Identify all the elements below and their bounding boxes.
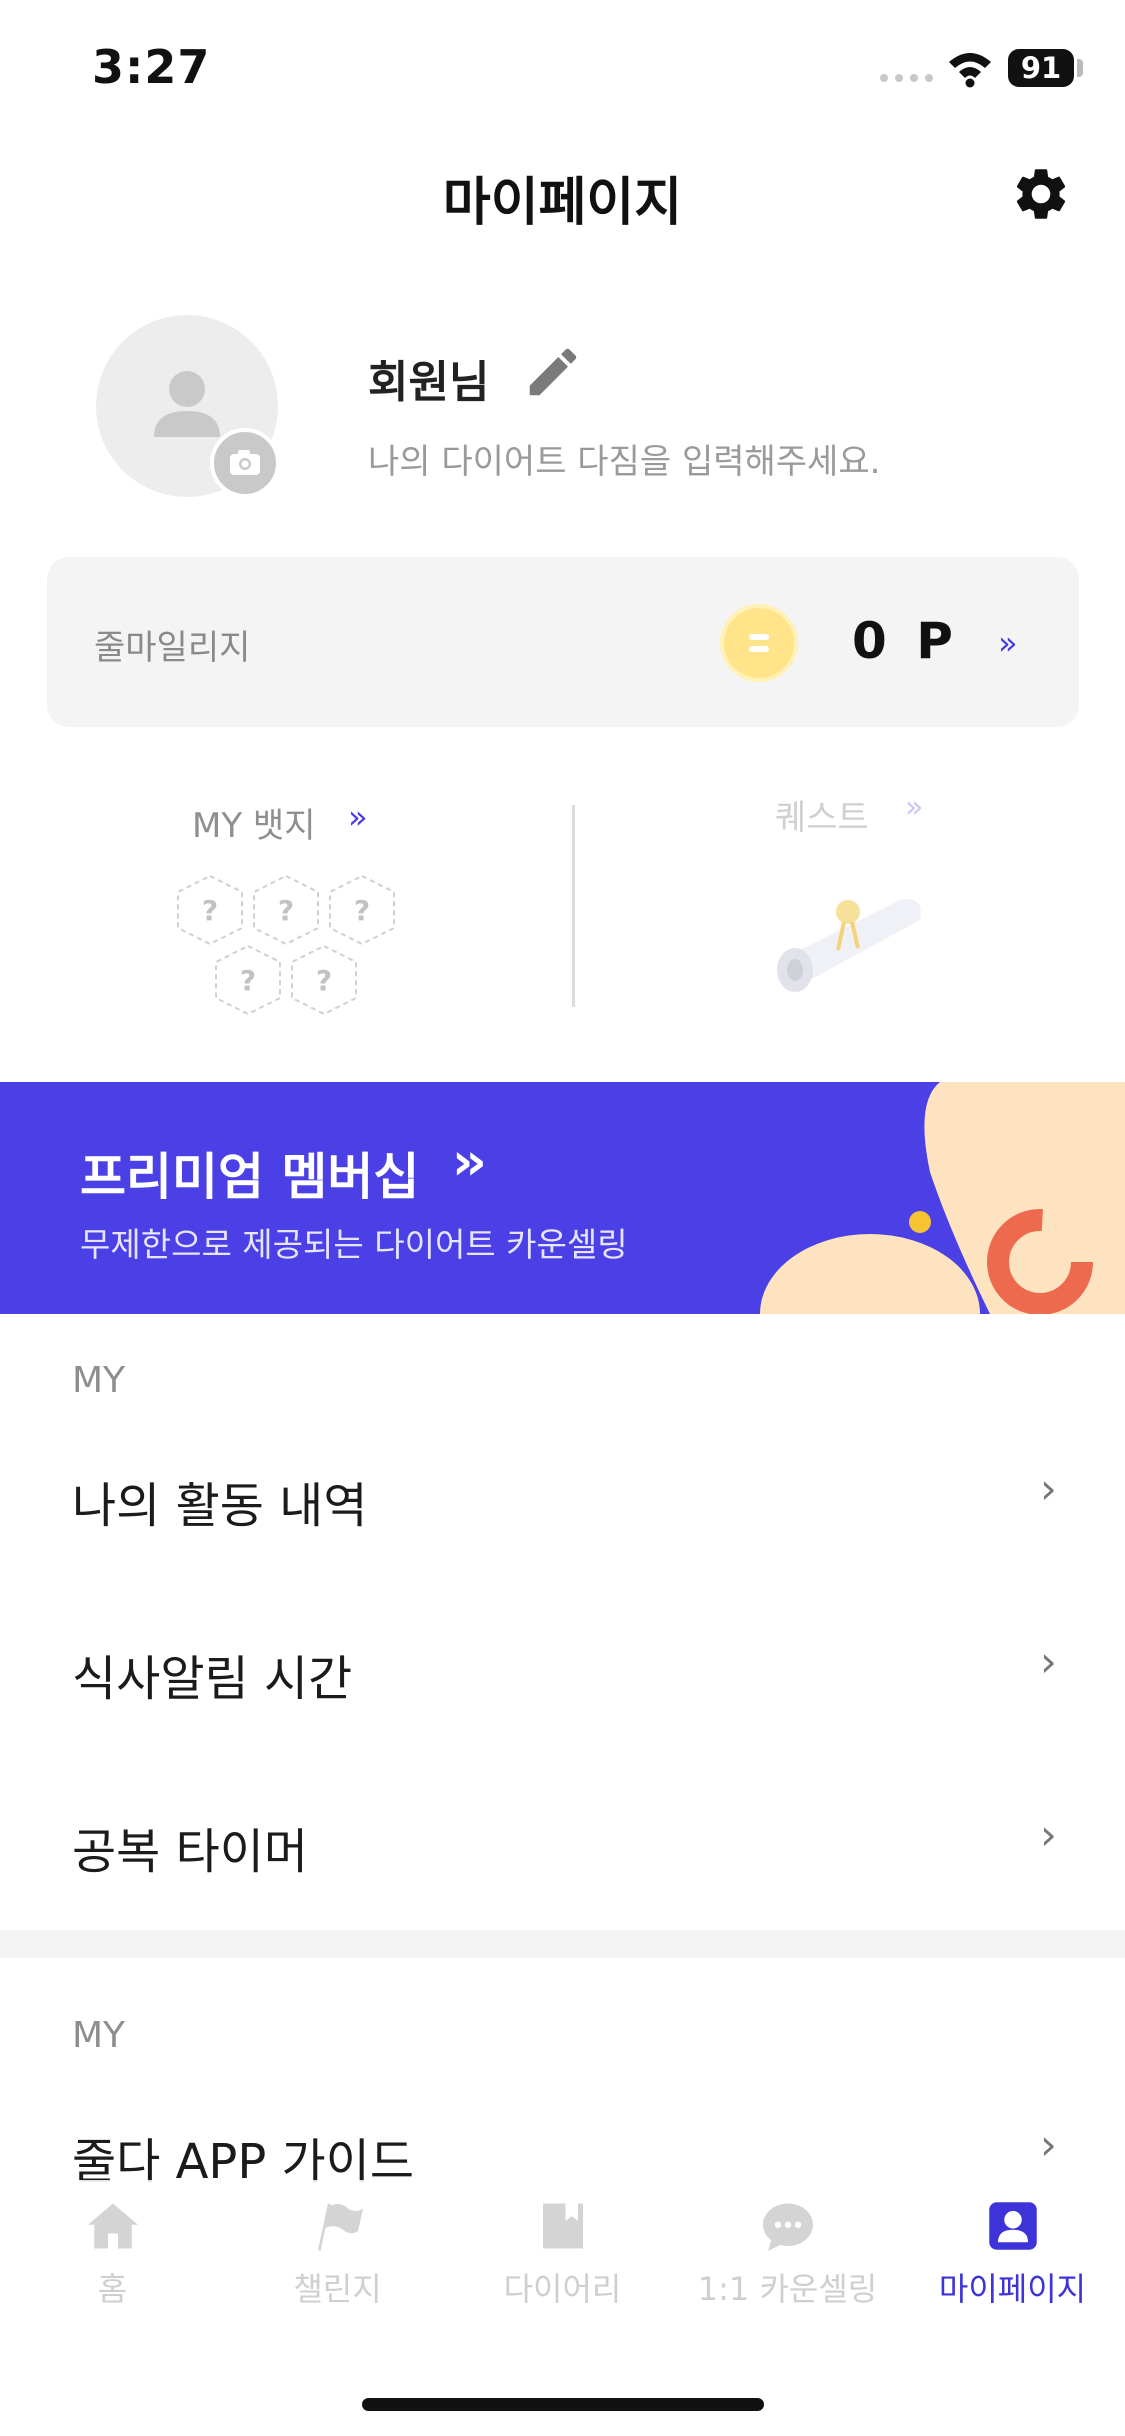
quest-label[interactable]: 퀘스트	[775, 790, 869, 839]
tab-challenge[interactable]: 챌린지	[225, 2196, 450, 2310]
home-icon	[87, 2203, 138, 2249]
tab-label: 챌린지	[293, 2270, 382, 2308]
chevron-right-icon: ›	[1040, 1464, 1057, 1513]
tab-label: 1:1 카운셀링	[697, 2270, 878, 2308]
tab-home[interactable]: 홈	[0, 2196, 225, 2310]
wifi-icon	[949, 53, 991, 88]
badge-label[interactable]: MY 뱃지	[192, 798, 315, 847]
camera-icon	[230, 450, 260, 475]
tab-label: 다이어리	[503, 2270, 622, 2308]
badge-grid: ? ? ? ? ?	[177, 874, 395, 1016]
mileage-label: 줄마일리지	[94, 628, 251, 668]
section-separator	[0, 1930, 1125, 1958]
user-icon	[988, 2202, 1037, 2250]
chat-icon	[762, 2203, 813, 2251]
mileage-arrow-icon[interactable]: »	[998, 624, 1018, 662]
quest-arrow-icon[interactable]: »	[905, 790, 923, 825]
section-label: MY	[72, 1360, 126, 1401]
chevron-right-icon: ›	[1040, 1637, 1057, 1686]
badge-slot: ?	[202, 894, 218, 927]
menu-label: 식사알림 시간	[72, 1651, 353, 1707]
badge-slot: ?	[278, 894, 294, 927]
motto-input[interactable]: 나의 다이어트 다짐을 입력해주세요.	[368, 434, 880, 483]
premium-arrow-icon[interactable]: ››	[452, 1132, 487, 1192]
home-indicator	[362, 2398, 764, 2411]
mileage-points: 0 P	[852, 612, 959, 670]
premium-subtitle: 무제한으로 제공되는 다이어트 카운셀링	[80, 1225, 628, 1264]
book-icon	[542, 2203, 583, 2249]
tab-mypage[interactable]: 마이페이지	[900, 2196, 1125, 2310]
badge-arrow-icon[interactable]: »	[348, 798, 368, 836]
tab-counseling[interactable]: 1:1 카운셀링	[675, 2196, 900, 2310]
scroll-icon	[777, 899, 921, 992]
signal-icon	[880, 74, 933, 82]
coin-mark-icon	[749, 634, 769, 652]
flag-icon	[317, 2203, 363, 2251]
gear-icon[interactable]	[1010, 163, 1072, 225]
section-label: MY	[72, 2015, 126, 2056]
battery-indicator: 91	[1008, 49, 1074, 87]
premium-title: 프리미엄 멤버십	[80, 1148, 420, 1206]
page-title: 마이페이지	[442, 173, 683, 233]
status-time: 3:27	[92, 40, 211, 94]
menu-label: 나의 활동 내역	[72, 1478, 368, 1534]
badge-slot: ?	[354, 894, 370, 927]
chevron-right-icon: ›	[1040, 2120, 1057, 2169]
divider	[572, 805, 575, 1007]
tab-label: 홈	[97, 2270, 128, 2308]
tab-diary[interactable]: 다이어리	[450, 2196, 675, 2310]
pencil-icon[interactable]	[522, 341, 584, 403]
chevron-right-icon: ›	[1040, 1810, 1057, 1859]
menu-label: 공복 타이머	[72, 1824, 309, 1880]
battery-cap	[1077, 59, 1083, 77]
badge-slot: ?	[316, 964, 332, 997]
camera-button[interactable]	[210, 428, 280, 498]
badge-slot: ?	[240, 964, 256, 997]
tab-label: 마이페이지	[938, 2270, 1087, 2308]
profile-name: 회원님	[368, 357, 490, 408]
